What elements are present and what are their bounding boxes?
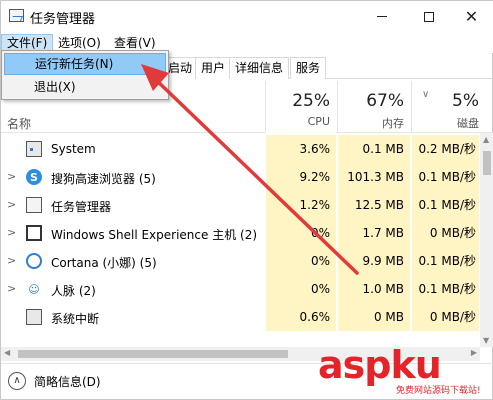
memory-cell: 12.5 MB bbox=[338, 191, 410, 219]
horizontal-scroll-thumb[interactable] bbox=[18, 350, 288, 358]
process-name: Cortana (小娜) (5) bbox=[51, 256, 157, 270]
process-row[interactable]: > 任务管理器 1.2% 12.5 MB 0.1 MB/秒 bbox=[1, 191, 479, 219]
process-name: 任务管理器 bbox=[51, 200, 112, 214]
memory-cell: 1.0 MB bbox=[338, 275, 410, 303]
system-icon bbox=[26, 141, 42, 157]
memory-cell: 0 MB bbox=[338, 303, 410, 331]
memory-label: 内存 bbox=[382, 117, 404, 130]
expand-chevron-icon[interactable]: > bbox=[7, 226, 17, 239]
title-bar: 任务管理器 ✕ bbox=[1, 1, 493, 32]
memory-cell: 1.7 MB bbox=[338, 219, 410, 247]
scroll-left-icon[interactable]: ◀ bbox=[4, 348, 10, 357]
task-manager-app-icon bbox=[9, 9, 24, 22]
collapse-chevron-icon[interactable]: ∧ bbox=[8, 372, 26, 390]
cpu-cell: 0% bbox=[266, 219, 336, 247]
shell-experience-icon bbox=[26, 225, 42, 241]
process-name: Windows Shell Experience 主机 (2) bbox=[51, 228, 258, 242]
cortana-icon bbox=[26, 253, 42, 269]
memory-cell: 101.3 MB bbox=[338, 163, 410, 191]
process-row[interactable]: > ☺ 人脉 (2) 0% 1.0 MB 0.1 MB/秒 bbox=[1, 275, 479, 303]
memory-total-percent: 67% bbox=[366, 91, 404, 111]
sogou-browser-icon: S bbox=[26, 169, 42, 185]
expand-chevron-icon[interactable]: > bbox=[7, 282, 17, 295]
scroll-up-icon[interactable]: ▲ bbox=[483, 135, 489, 144]
process-name: 系统中断 bbox=[51, 312, 100, 326]
cpu-cell: 3.6% bbox=[266, 135, 336, 163]
tab-services[interactable]: 服务 bbox=[290, 57, 327, 79]
cpu-cell: 1.2% bbox=[266, 191, 336, 219]
exit-menu-item[interactable]: 退出(X) bbox=[4, 76, 166, 98]
disk-label: 磁盘 bbox=[457, 117, 479, 130]
column-memory-header[interactable]: 67% 内存 bbox=[337, 81, 410, 133]
tab-details[interactable]: 详细信息 bbox=[229, 57, 290, 79]
watermark-sub: 免费网站源码下载站! bbox=[396, 386, 481, 396]
column-disk-header[interactable]: ∨ 5% 磁盘 bbox=[411, 81, 485, 133]
process-row[interactable]: > Cortana (小娜) (5) 0% 9.9 MB 0.1 MB/秒 bbox=[1, 247, 479, 275]
expand-chevron-icon[interactable]: > bbox=[7, 198, 17, 211]
cpu-cell: 9.2% bbox=[266, 163, 336, 191]
disk-cell: 0 MB/秒 bbox=[412, 219, 479, 247]
expand-chevron-icon[interactable]: > bbox=[7, 170, 17, 183]
minimize-button[interactable] bbox=[359, 1, 404, 32]
cpu-total-percent: 25% bbox=[292, 91, 330, 111]
scroll-down-icon[interactable]: ▼ bbox=[483, 336, 489, 345]
column-name-header[interactable]: 名称 bbox=[7, 115, 31, 132]
maximize-button[interactable] bbox=[406, 1, 451, 32]
disk-cell: 0.1 MB/秒 bbox=[412, 163, 479, 191]
cpu-cell: 0% bbox=[266, 275, 336, 303]
disk-total-percent: 5% bbox=[452, 91, 479, 111]
file-menu-dropdown: 运行新任务(N) 退出(X) bbox=[1, 50, 169, 100]
column-cpu-header[interactable]: 25% CPU bbox=[265, 81, 336, 133]
sort-chevron-icon: ∨ bbox=[422, 89, 430, 100]
expand-chevron-icon[interactable]: > bbox=[7, 254, 17, 267]
process-row[interactable]: > S 搜狗高速浏览器 (5) 9.2% 101.3 MB 0.1 MB/秒 bbox=[1, 163, 479, 191]
maximize-icon bbox=[423, 11, 434, 22]
process-row[interactable]: System 3.6% 0.1 MB 0.2 MB/秒 bbox=[1, 135, 479, 163]
process-list: System 3.6% 0.1 MB 0.2 MB/秒 > S 搜狗高速浏览器 (5) 9.2… bbox=[1, 135, 479, 331]
close-icon: ✕ bbox=[464, 7, 479, 26]
people-icon: ☺ bbox=[28, 282, 40, 296]
process-row[interactable]: 系统中断 0.6% 0 MB 0 MB/秒 bbox=[1, 303, 479, 331]
cpu-cell: 0.6% bbox=[266, 303, 336, 331]
memory-cell: 0.1 MB bbox=[338, 135, 410, 163]
cpu-label: CPU bbox=[307, 115, 330, 128]
process-name: System bbox=[51, 142, 96, 156]
process-name: 搜狗高速浏览器 (5) bbox=[51, 172, 156, 186]
process-name: 人脉 (2) bbox=[51, 284, 96, 298]
memory-cell: 9.9 MB bbox=[338, 247, 410, 275]
disk-cell: 0.1 MB/秒 bbox=[412, 247, 479, 275]
minimize-icon bbox=[376, 16, 387, 17]
interrupt-icon bbox=[26, 309, 42, 325]
cpu-cell: 0% bbox=[266, 247, 336, 275]
close-button[interactable]: ✕ bbox=[449, 1, 493, 32]
task-manager-icon bbox=[26, 197, 42, 213]
vertical-scrollbar[interactable]: ▲ ▼ bbox=[480, 133, 493, 347]
tab-users[interactable]: 用户 bbox=[195, 57, 232, 79]
watermark-logo: aspku 免费网站源码下载站! bbox=[318, 345, 493, 400]
disk-cell: 0.2 MB/秒 bbox=[412, 135, 479, 163]
disk-cell: 0.1 MB/秒 bbox=[412, 275, 479, 303]
disk-cell: 0 MB/秒 bbox=[412, 303, 479, 331]
watermark-main: aspku bbox=[318, 343, 442, 387]
task-manager-window: 任务管理器 ✕ 文件(F) 选项(O) 查看(V) 启动 用户 详细信息 服务 … bbox=[0, 0, 493, 400]
fewer-details-link[interactable]: 简略信息(D) bbox=[34, 373, 101, 390]
vertical-scroll-thumb[interactable] bbox=[483, 151, 491, 175]
disk-cell: 0.1 MB/秒 bbox=[412, 191, 479, 219]
window-title: 任务管理器 bbox=[30, 12, 96, 27]
process-row[interactable]: > Windows Shell Experience 主机 (2) 0% 1.7 MB… bbox=[1, 219, 479, 247]
run-new-task-menu-item[interactable]: 运行新任务(N) bbox=[4, 53, 166, 75]
